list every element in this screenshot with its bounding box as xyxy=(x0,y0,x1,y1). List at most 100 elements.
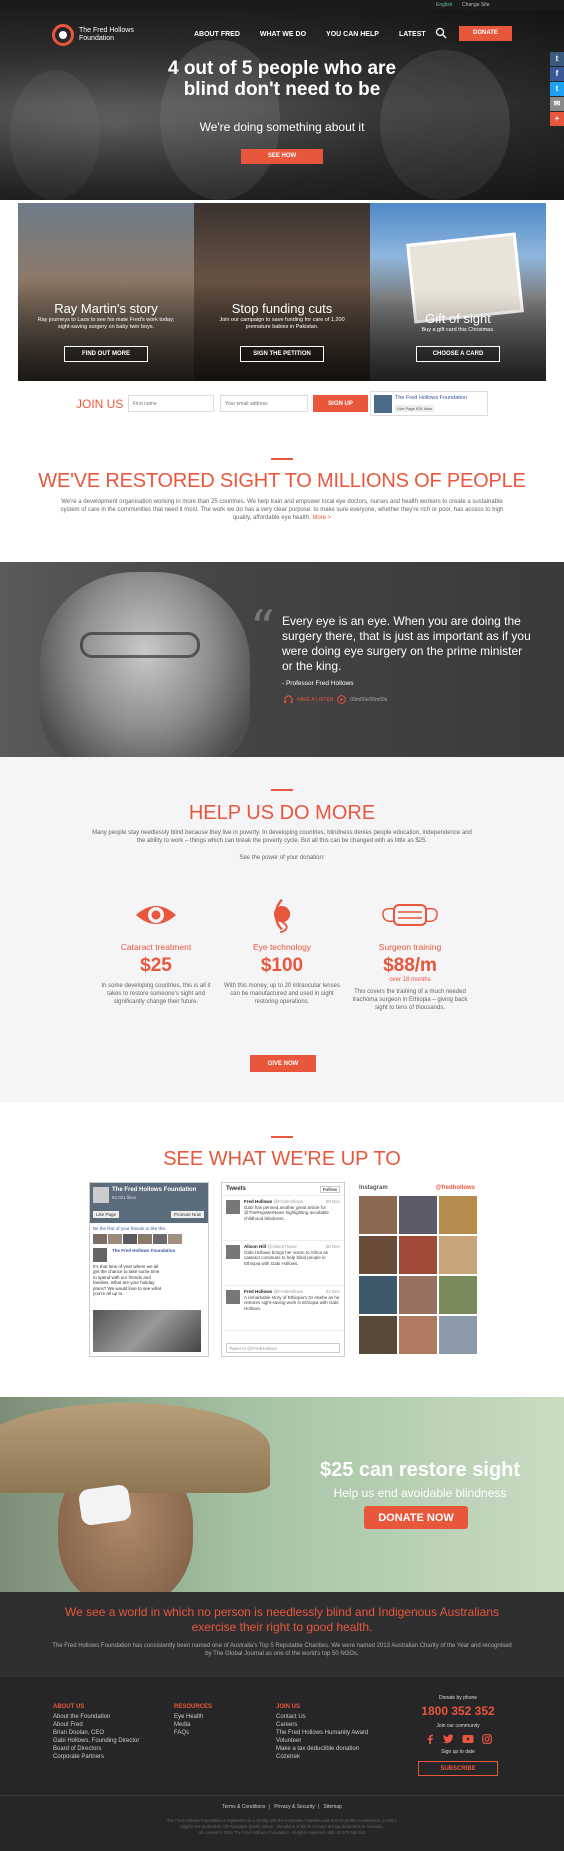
facebook-like-page-button[interactable]: Like Page xyxy=(93,1211,120,1218)
footer-link[interactable]: Gabi Hollows, Founding Director xyxy=(53,1737,139,1745)
instagram-photo[interactable] xyxy=(359,1236,397,1274)
instagram-photo[interactable] xyxy=(359,1196,397,1234)
nav-latest[interactable]: LATEST xyxy=(399,31,426,38)
footer-link[interactable]: Contact Us xyxy=(276,1713,368,1721)
join-label: JOIN US xyxy=(76,397,124,411)
instagram-grid xyxy=(355,1194,479,1356)
twitter-share-icon[interactable]: t xyxy=(550,82,564,96)
footer-link[interactable]: The Fred Hollows Humanity Award xyxy=(276,1729,368,1737)
instagram-feed[interactable]: Instagram @fredhollows xyxy=(355,1182,479,1357)
youtube-icon[interactable] xyxy=(462,1734,474,1744)
search-icon[interactable] xyxy=(435,27,447,39)
privacy-link[interactable]: Privacy & Security xyxy=(274,1804,315,1810)
surgical-mask-icon xyxy=(382,904,438,926)
tweet[interactable]: Alison Hill @AlisonTravel 28 Dec Gabi Hol… xyxy=(222,1241,344,1286)
header-donate-button[interactable]: DONATE xyxy=(459,26,512,41)
facebook-friend-thumbs xyxy=(90,1234,208,1244)
find-out-more-button[interactable]: FIND OUT MORE xyxy=(64,346,148,362)
footer-link[interactable]: Make a tax deductible donation xyxy=(276,1745,368,1753)
instagram-photo[interactable] xyxy=(439,1196,477,1234)
more-link[interactable]: More > xyxy=(312,515,331,521)
instagram-photo[interactable] xyxy=(399,1316,437,1354)
twitter-follow-button[interactable]: Follow xyxy=(319,1186,340,1193)
footer-link[interactable]: Careers xyxy=(276,1721,368,1729)
site-logo[interactable]: The Fred Hollows Foundation xyxy=(52,24,139,46)
sitemap-link[interactable]: Sitemap xyxy=(324,1804,342,1810)
footer-link[interactable]: Cozetrek xyxy=(276,1753,368,1761)
donate-now-button[interactable]: DONATE NOW xyxy=(364,1506,468,1529)
tweet-author: Alison Hill xyxy=(244,1244,267,1249)
post-author[interactable]: The Fred Hollows Foundation xyxy=(112,1248,205,1254)
donate-phone-number[interactable]: 1800 352 352 xyxy=(408,1704,508,1718)
facebook-page-name[interactable]: The Fred Hollows Foundation xyxy=(395,395,467,401)
tile-ray-martin[interactable]: Ray Martin's story Ray journeys to Laos … xyxy=(18,203,194,381)
footer-link[interactable]: Eye Health xyxy=(174,1713,212,1721)
lens-icon xyxy=(273,898,291,933)
listen-label[interactable]: HAVE A LISTEN xyxy=(297,697,333,703)
instagram-photo[interactable] xyxy=(399,1236,437,1274)
change-site-link[interactable]: Change Site xyxy=(462,2,490,8)
instagram-photo[interactable] xyxy=(399,1196,437,1234)
tumblr-share-icon[interactable]: t xyxy=(550,52,564,66)
tile-gift-of-sight[interactable]: Gift of sight Buy a gift card this Chris… xyxy=(370,203,546,381)
instagram-handle[interactable]: @fredhollows xyxy=(435,1185,475,1191)
language-link[interactable]: English xyxy=(436,2,452,8)
tweet-avatar xyxy=(226,1245,240,1259)
instagram-photo[interactable] xyxy=(399,1276,437,1314)
tweet-handle: @FredHollows xyxy=(273,1199,304,1204)
instagram-icon[interactable] xyxy=(481,1734,492,1744)
vision-text: The Fred Hollows Foundation has consiste… xyxy=(52,1643,512,1657)
choose-card-button[interactable]: CHOOSE A CARD xyxy=(416,346,500,362)
footer-link[interactable]: FAQs xyxy=(174,1729,212,1737)
twitter-feed[interactable]: Tweets Follow Fred Hollows @FredHollows 2… xyxy=(221,1182,345,1357)
tile-text: Buy a gift card this Christmas. xyxy=(421,327,495,333)
tweet-avatar xyxy=(226,1200,240,1214)
footer-link[interactable]: Corporate Partners xyxy=(53,1753,139,1761)
email-share-icon[interactable]: ✉ xyxy=(550,97,564,111)
more-share-icon[interactable]: + xyxy=(550,112,564,126)
instagram-photo[interactable] xyxy=(439,1316,477,1354)
nav-what-we-do[interactable]: WHAT WE DO xyxy=(260,31,306,38)
terms-link[interactable]: Terms & Conditions xyxy=(222,1804,265,1810)
sign-petition-button[interactable]: SIGN THE PETITION xyxy=(240,346,324,362)
footer-link[interactable]: About Fred xyxy=(53,1721,139,1729)
footer-link[interactable]: Brian Doolan, CEO xyxy=(53,1729,139,1737)
stay-up-to-date-label: Sign up to date xyxy=(441,1749,475,1755)
first-name-input[interactable] xyxy=(128,395,214,412)
nav-about-fred[interactable]: ABOUT FRED xyxy=(194,31,240,38)
facebook-feed-title[interactable]: The Fred Hollows Foundation xyxy=(112,1187,196,1193)
nav-you-can-help[interactable]: YOU CAN HELP xyxy=(326,31,379,38)
facebook-icon[interactable] xyxy=(425,1734,435,1744)
facebook-share-icon[interactable]: f xyxy=(550,67,564,81)
twitter-icon[interactable] xyxy=(442,1734,454,1744)
sign-up-button[interactable]: SIGN UP xyxy=(313,395,368,412)
instagram-photo[interactable] xyxy=(439,1276,477,1314)
footer-link[interactable]: Volunteer xyxy=(276,1737,368,1745)
tweet[interactable]: Fred Hollows @FredHollows 24 Dec A remark… xyxy=(222,1286,344,1331)
facebook-like-label: Like Page xyxy=(397,406,415,411)
instagram-title: Instagram xyxy=(359,1185,388,1191)
see-how-button[interactable]: SEE HOW xyxy=(241,149,323,164)
donate-phone-label: Donate by phone xyxy=(438,1695,478,1701)
tweet-input[interactable]: Tweet to @FredHollows xyxy=(226,1343,340,1353)
play-icon[interactable] xyxy=(337,695,347,704)
tile-funding-cuts[interactable]: Stop funding cuts Join our campaign to s… xyxy=(194,203,370,381)
audio-player[interactable]: HAVE A LISTEN 00m00s/00m09s xyxy=(284,695,387,704)
email-input[interactable] xyxy=(220,395,308,412)
facebook-like-box[interactable]: The Fred Hollows Foundation Like Page 62… xyxy=(370,391,488,416)
instagram-photo[interactable] xyxy=(359,1316,397,1354)
facebook-post: The Fred Hollows Foundation It's that ti… xyxy=(90,1244,208,1297)
footer-link[interactable]: Board of Directors xyxy=(53,1745,139,1753)
facebook-feed[interactable]: The Fred Hollows Foundation 62,021 likes… xyxy=(89,1182,209,1357)
facebook-promote-button[interactable]: Promote Now xyxy=(170,1211,204,1218)
footer-link[interactable]: About the Foundation xyxy=(53,1713,139,1721)
instagram-photo[interactable] xyxy=(439,1236,477,1274)
give-now-button[interactable]: GIVE NOW xyxy=(250,1055,316,1072)
tweet[interactable]: Fred Hollows @FredHollows 29 Dec Gabi has… xyxy=(222,1196,344,1241)
footer-link[interactable]: Media xyxy=(174,1721,212,1729)
facebook-like-count: 62K likes xyxy=(415,406,433,411)
facebook-like-button[interactable]: Like Page 62K likes xyxy=(395,405,435,412)
tile-text: Join our campaign to save funding for ca… xyxy=(219,317,345,330)
instagram-photo[interactable] xyxy=(359,1276,397,1314)
subscribe-button[interactable]: SUBSCRIBE xyxy=(418,1761,498,1776)
